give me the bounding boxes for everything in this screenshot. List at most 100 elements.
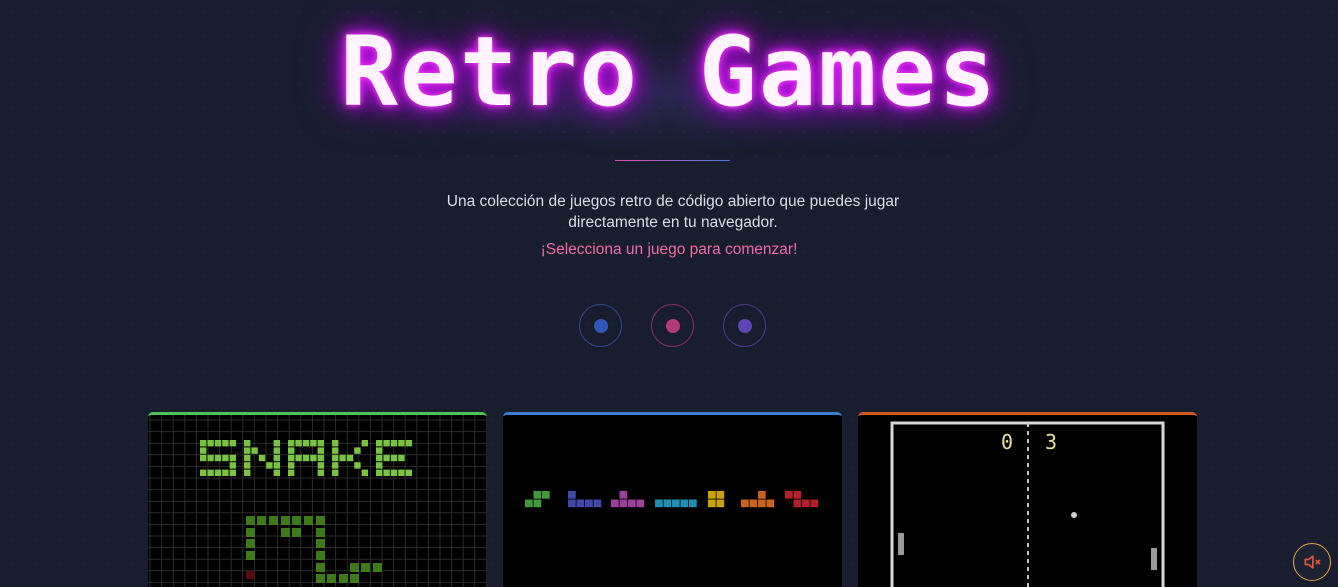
snake-logo-block bbox=[288, 447, 295, 454]
snake-logo-block bbox=[354, 462, 361, 469]
snake-logo-block bbox=[244, 454, 251, 462]
game-card-pong[interactable]: 0 3 bbox=[858, 412, 1197, 587]
snake-logo-block bbox=[222, 469, 229, 476]
snake-logo-block bbox=[317, 469, 324, 476]
snake-body-segment bbox=[316, 539, 325, 548]
snake-logo-block bbox=[317, 454, 324, 462]
snake-body-segment bbox=[316, 516, 325, 525]
tetromino-block bbox=[655, 499, 663, 508]
snake-logo-block bbox=[361, 440, 368, 447]
tetromino-block bbox=[810, 499, 819, 508]
snake-logo-block bbox=[229, 462, 236, 469]
snake-logo-block bbox=[214, 440, 222, 447]
snake-logo-block bbox=[383, 469, 390, 476]
snake-logo-block bbox=[207, 440, 214, 447]
tetromino-block bbox=[708, 491, 716, 499]
snake-logo-block bbox=[266, 462, 273, 469]
snake-body-segment bbox=[316, 528, 325, 537]
snake-logo-block bbox=[398, 440, 405, 447]
snake-logo-block bbox=[229, 469, 236, 476]
tetromino-block bbox=[716, 491, 725, 499]
pong-paddle-left bbox=[898, 533, 904, 555]
snake-logo-block bbox=[390, 440, 398, 447]
speaker-muted-icon bbox=[1304, 555, 1321, 569]
snake-logo-block bbox=[229, 454, 236, 462]
tetromino-block bbox=[533, 491, 542, 499]
snake-body-segment bbox=[246, 528, 255, 537]
snake-logo-block bbox=[310, 454, 317, 462]
snake-body-segment bbox=[339, 574, 348, 583]
game-card-snake[interactable] bbox=[148, 412, 487, 587]
tetromino-block bbox=[741, 499, 749, 508]
snake-body-segment bbox=[246, 551, 255, 560]
tetromino-block bbox=[680, 499, 689, 508]
snake-logo-block bbox=[214, 469, 222, 476]
snake-logo-block bbox=[390, 469, 398, 476]
snake-logo-block bbox=[288, 440, 295, 447]
snake-logo-block bbox=[273, 447, 280, 454]
tagline: Una colección de juegos retro de código … bbox=[446, 193, 900, 231]
indicator-dot-purple[interactable] bbox=[723, 304, 766, 347]
tetromino-block bbox=[619, 491, 628, 499]
page-title: Retro Games bbox=[340, 16, 998, 128]
tetromino-block bbox=[663, 499, 672, 508]
tetromino-block bbox=[802, 499, 810, 508]
tetromino-block bbox=[758, 499, 766, 508]
call-to-action: ¡Selecciona un juego para comenzar! bbox=[540, 241, 798, 258]
snake-body-segment bbox=[292, 528, 301, 537]
title-divider bbox=[615, 160, 730, 161]
snake-logo-block bbox=[214, 454, 222, 462]
snake-logo-block bbox=[200, 447, 207, 454]
snake-logo-block bbox=[317, 462, 324, 469]
snake-logo-block bbox=[317, 447, 324, 454]
tetromino-block bbox=[542, 491, 550, 499]
snake-logo-block bbox=[339, 454, 346, 462]
snake-logo-block bbox=[376, 454, 383, 462]
snake-logo-block bbox=[376, 440, 383, 447]
pong-ball bbox=[1071, 512, 1077, 518]
sound-toggle-button[interactable] bbox=[1293, 543, 1331, 581]
snake-logo-block bbox=[332, 462, 339, 469]
tetromino-block bbox=[576, 499, 585, 508]
indicator-dot-pink[interactable] bbox=[651, 304, 694, 347]
snake-body-segment bbox=[281, 528, 290, 537]
tetromino-block bbox=[758, 491, 766, 499]
indicator-dot-blue[interactable] bbox=[579, 304, 622, 347]
snake-body-segment bbox=[281, 516, 290, 525]
tetromino-block bbox=[766, 499, 775, 508]
snake-logo-block bbox=[288, 454, 295, 462]
tetromino-block bbox=[708, 499, 716, 508]
tetromino-block bbox=[525, 499, 533, 508]
snake-logo-block bbox=[273, 462, 280, 469]
snake-logo-block bbox=[258, 454, 266, 462]
snake-logo-block bbox=[273, 440, 280, 447]
snake-logo-block bbox=[332, 447, 339, 454]
snake-logo-block bbox=[354, 447, 361, 454]
snake-logo-block bbox=[244, 447, 251, 454]
snake-logo-block bbox=[332, 454, 339, 462]
tetromino-block bbox=[533, 499, 542, 508]
tetromino-block bbox=[716, 499, 725, 508]
snake-logo-block bbox=[317, 440, 324, 447]
tetromino-block bbox=[785, 491, 793, 499]
tetromino-block bbox=[793, 499, 802, 508]
snake-logo-block bbox=[390, 454, 398, 462]
tetromino-block bbox=[611, 499, 619, 508]
snake-logo-block bbox=[229, 440, 236, 447]
snake-body-segment bbox=[316, 574, 325, 583]
snake-logo-block bbox=[288, 462, 295, 469]
game-card-tetris[interactable] bbox=[503, 412, 842, 587]
snake-body-segment bbox=[373, 563, 382, 572]
snake-logo-block bbox=[200, 454, 207, 462]
snake-logo-block bbox=[310, 440, 317, 447]
snake-logo-block bbox=[273, 454, 280, 462]
snake-logo-block bbox=[295, 454, 302, 462]
snake-logo-block bbox=[222, 454, 229, 462]
snake-logo-block bbox=[200, 440, 207, 447]
tetris-game-preview bbox=[503, 415, 842, 587]
tetromino-block bbox=[689, 499, 697, 508]
snake-logo-block bbox=[244, 462, 251, 469]
snake-body-segment bbox=[316, 563, 325, 572]
tetromino-block bbox=[593, 499, 602, 508]
snake-body-segment bbox=[246, 539, 255, 548]
